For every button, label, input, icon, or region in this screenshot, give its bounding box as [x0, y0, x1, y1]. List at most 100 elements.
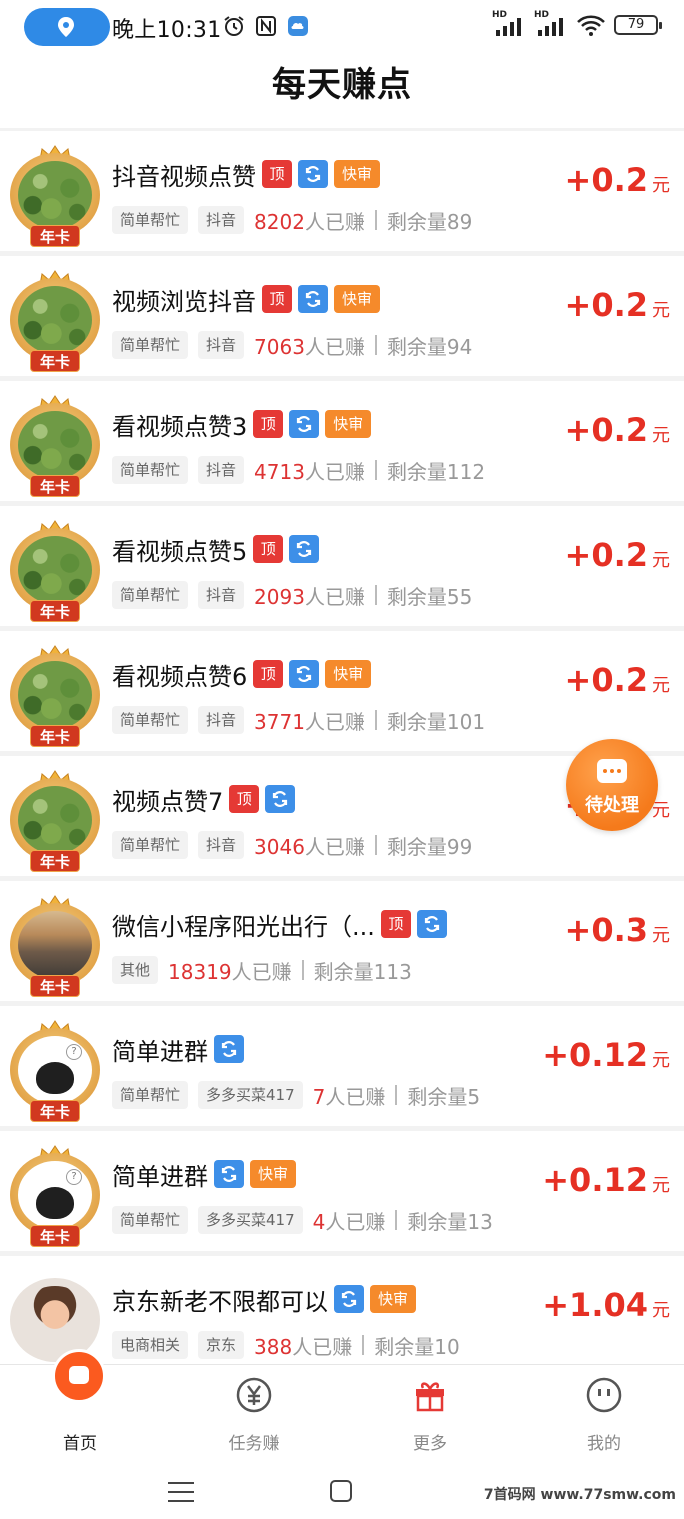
task-item[interactable]: 年卡 抖音视频点赞顶 快审 简单帮忙 抖音 8202人已赚 剩余量89 +0.2 元 — [0, 131, 684, 251]
category-chip: 京东 — [198, 1331, 245, 1359]
task-item[interactable]: 年卡 看视频点赞3 顶 快审 简单帮忙 抖音 4713人已赚 剩余量112 +0.2 元 — [0, 381, 684, 501]
remaining-count: 剩余量101 — [386, 709, 486, 734]
refresh-icon — [289, 410, 320, 438]
category-chip: 电商相关 — [112, 1331, 189, 1359]
category-chip: 简单帮忙 — [112, 206, 189, 234]
top-tag: 顶 — [229, 785, 260, 813]
remaining-count: 剩余量5 — [407, 1084, 481, 1109]
cloud-app-icon — [288, 16, 308, 36]
category-chip: 多多买菜417 — [198, 1081, 303, 1109]
remaining-count: 剩余量112 — [386, 459, 486, 484]
category-chip: 简单帮忙 — [112, 456, 189, 484]
fast-review-tag: 快审 — [370, 1285, 416, 1313]
refresh-icon — [289, 535, 320, 563]
top-tag: 顶 — [253, 410, 284, 438]
task-item[interactable]: ? 年卡 简单进群 简单帮忙 多多买菜417 7人已赚 剩余量5 +0.12 元 — [0, 1006, 684, 1126]
task-avatar: ? 年卡 — [10, 1145, 100, 1247]
tab-more[interactable]: 更多 — [370, 1365, 490, 1463]
earned-count: 3046人已赚 — [254, 834, 365, 859]
annual-card-badge: 年卡 — [30, 225, 80, 247]
refresh-icon — [265, 785, 296, 813]
refresh-icon — [298, 285, 328, 313]
annual-card-badge: 年卡 — [30, 1100, 80, 1122]
status-icons — [222, 14, 310, 38]
reward-amount: +0.12 元 — [542, 1036, 670, 1074]
top-tag: 顶 — [380, 910, 411, 938]
reward-amount: +0.3 元 — [564, 911, 671, 949]
category-chip: 其他 — [112, 956, 159, 984]
bottom-tab-bar: 首页 任务赚 更多 我的 — [0, 1349, 684, 1463]
annual-card-badge: 年卡 — [30, 725, 80, 747]
task-avatar: 年卡 — [10, 270, 100, 372]
task-title: 抖音视频点赞 — [112, 162, 256, 191]
fast-review-tag: 快审 — [334, 160, 380, 188]
home-square-icon[interactable] — [330, 1480, 352, 1502]
page-title: 每天赚点 — [272, 65, 412, 105]
location-pill[interactable] — [24, 8, 110, 46]
fast-review-tag: 快审 — [325, 660, 372, 688]
signal-2-icon: HD — [534, 10, 568, 38]
refresh-icon — [289, 660, 320, 688]
category-chip: 简单帮忙 — [112, 1206, 189, 1234]
alarm-icon — [224, 16, 244, 36]
reward-amount: +0.2元 — [564, 661, 671, 699]
status-right: HD HD 79 — [492, 10, 662, 38]
remaining-count: 剩余量99 — [386, 834, 473, 859]
task-item[interactable]: 年卡 视频浏览抖音顶 快审 简单帮忙 抖音 7063人已赚 剩余量94 +0.2 元 — [0, 256, 684, 376]
task-item[interactable]: 京东新老不限都可以 快审 电商相关 京东 388人已赚 剩余量10 +1.04 元 — [0, 1256, 684, 1376]
status-time: 晚上10:31 — [112, 18, 222, 43]
gift-icon — [416, 1382, 444, 1412]
annual-card-badge: 年卡 — [30, 475, 80, 497]
refresh-icon — [298, 160, 328, 188]
status-bar: 晚上10:31 HD HD 79 — [0, 0, 684, 56]
task-item[interactable]: 年卡 微信小程序阳光出行（... 顶其他 18319人已赚 剩余量113 +0.3 元 — [0, 881, 684, 1001]
signal-1-icon: HD — [492, 10, 526, 38]
tab-label: 首页 — [63, 1434, 97, 1454]
refresh-icon — [214, 1160, 244, 1188]
system-nav-bar: 7首码网 www.77smw.com — [0, 1462, 684, 1519]
task-title: 视频浏览抖音 — [112, 287, 256, 316]
category-chip: 抖音 — [198, 581, 245, 609]
category-chip: 简单帮忙 — [112, 706, 189, 734]
home-icon — [52, 1349, 106, 1403]
task-avatar: 年卡 — [10, 395, 100, 497]
nfc-icon — [256, 16, 276, 36]
earned-count: 8202人已赚 — [254, 209, 365, 234]
fast-review-tag: 快审 — [334, 285, 380, 313]
page-header: 每天赚点 — [0, 56, 684, 128]
tab-home[interactable]: 首页 — [20, 1349, 140, 1463]
fast-review-tag: 快审 — [325, 410, 372, 438]
category-chip: 抖音 — [198, 456, 245, 484]
menu-icon[interactable] — [168, 1482, 194, 1502]
remaining-count: 剩余量113 — [313, 959, 412, 984]
top-tag: 顶 — [253, 660, 284, 688]
tab-tasks[interactable]: 任务赚 — [194, 1365, 314, 1463]
category-chip: 抖音 — [198, 706, 245, 734]
reward-amount: +0.2元 — [564, 411, 671, 449]
top-tag: 顶 — [262, 285, 292, 313]
annual-card-badge: 年卡 — [30, 850, 80, 872]
task-avatar: 年卡 — [10, 645, 100, 747]
task-avatar: 年卡 — [10, 895, 100, 997]
task-title: 简单进群 — [112, 1037, 208, 1066]
task-avatar: 年卡 — [10, 770, 100, 872]
tab-mine[interactable]: 我的 — [544, 1365, 664, 1463]
wifi-icon — [577, 15, 605, 36]
pending-label: 待处理 — [585, 795, 639, 816]
task-avatar: 年卡 — [10, 145, 100, 247]
category-chip: 简单帮忙 — [112, 581, 189, 609]
reward-amount: +1.04 元 — [542, 1286, 670, 1324]
task-avatar — [10, 1270, 100, 1362]
refresh-icon — [334, 1285, 364, 1313]
task-item[interactable]: ? 年卡 简单进群 快审 简单帮忙 多多买菜417 4人已赚 剩余量13 +0.12 元 — [0, 1131, 684, 1251]
earned-count: 2093人已赚 — [254, 584, 365, 609]
task-title: 简单进群 — [112, 1162, 208, 1191]
task-title: 微信小程序阳光出行（... — [112, 912, 375, 941]
earned-count: 4713人已赚 — [254, 459, 365, 484]
pending-button[interactable]: 待处理 — [566, 739, 658, 831]
earned-count: 4人已赚 — [312, 1209, 386, 1234]
reward-amount: +0.12 元 — [542, 1161, 670, 1199]
task-item[interactable]: 年卡 看视频点赞5 顶简单帮忙 抖音 2093人已赚 剩余量55 +0.2 元 — [0, 506, 684, 626]
task-item[interactable]: 年卡 看视频点赞6 顶 快审 简单帮忙 抖音 3771人已赚 剩余量101 +0.2 元 — [0, 631, 684, 751]
task-avatar: 年卡 — [10, 520, 100, 622]
